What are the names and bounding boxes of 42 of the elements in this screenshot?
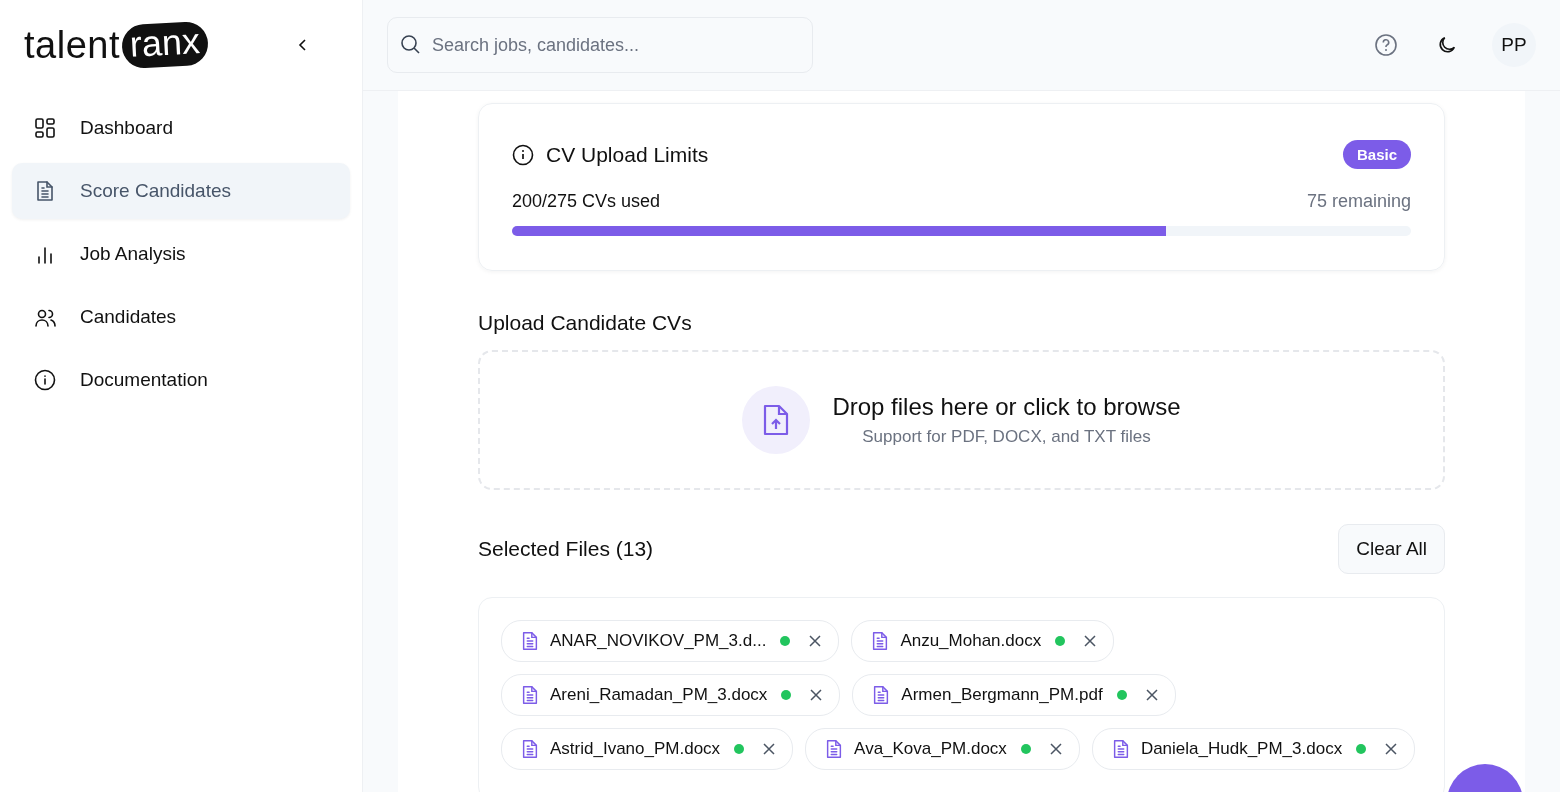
sidebar-item[interactable]: Job Analysis [12, 226, 350, 282]
document-icon [34, 180, 56, 202]
file-name: Armen_Bergmann_PM.pdf [901, 685, 1103, 705]
file-name: Astrid_Ivano_PM.docx [550, 739, 721, 759]
sidebar-item[interactable]: Score Candidates [12, 163, 350, 219]
logo-badge: ranx [120, 20, 210, 70]
plan-badge: Basic [1342, 140, 1411, 169]
help-icon [1374, 33, 1398, 57]
usage-text: 200/275 CVs used [512, 191, 661, 212]
close-icon [1048, 742, 1063, 756]
file-drop-zone[interactable]: Drop files here or click to browse Support for PDF, DOCX, and TXT files [478, 350, 1445, 490]
sidebar-item[interactable]: Dashboard [12, 100, 350, 156]
drop-prompt: Drop files here or click to browse [832, 393, 1181, 421]
close-icon [1083, 634, 1098, 648]
sidebar-item[interactable]: Documentation [12, 352, 350, 408]
moon-icon [1436, 34, 1458, 56]
file-name: Ava_Kova_PM.docx [854, 739, 1007, 759]
close-icon [762, 742, 777, 756]
file-name: Areni_Ramadan_PM_3.docx [550, 685, 768, 705]
document-icon [520, 738, 540, 760]
search-field[interactable]: Search jobs, candidates... [387, 17, 813, 73]
section-title: Selected Files (13) [478, 537, 654, 561]
document-icon [520, 684, 540, 706]
file-name: ANAR_NOVIKOV_PM_3.d... [550, 631, 767, 651]
logo-text: talent [24, 23, 120, 67]
grid-icon [34, 117, 56, 139]
document-icon [520, 630, 540, 652]
drop-hint: Support for PDF, DOCX, and TXT files [861, 427, 1152, 447]
close-icon [1384, 742, 1399, 756]
remaining-text: 75 remaining [1306, 191, 1411, 212]
info-icon [34, 369, 56, 391]
clear-all-button[interactable]: Clear All [1338, 524, 1445, 574]
user-avatar[interactable]: PP [1492, 23, 1536, 67]
file-name: Daniela_Hudk_PM_3.docx [1140, 739, 1343, 759]
info-icon [512, 143, 534, 166]
sidebar-item[interactable]: Candidates [12, 289, 350, 345]
section-title: Upload Candidate CVs [478, 311, 693, 335]
close-icon [809, 688, 824, 702]
close-icon [808, 634, 823, 648]
close-icon [1144, 688, 1159, 702]
card-title: CV Upload Limits [546, 142, 709, 167]
file-name: Anzu_Mohan.docx [900, 631, 1042, 651]
